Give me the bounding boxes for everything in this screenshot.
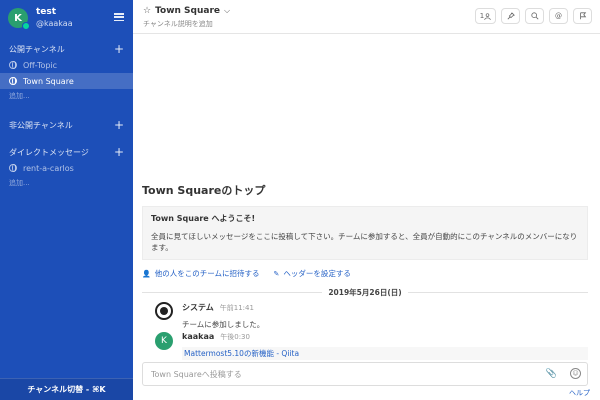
post-author: システム bbox=[182, 303, 214, 312]
date-label: 2019年5月26日(日) bbox=[328, 287, 402, 297]
direct-messages-title: ダイレクトメッセージ bbox=[9, 147, 89, 157]
post-system: システム 午前11:41 チームに参加しました。 bbox=[155, 302, 588, 330]
member-list-button[interactable]: 1 bbox=[475, 8, 496, 24]
sidebar-header: K test @kaakaa bbox=[0, 0, 133, 34]
invite-people-link[interactable]: 👤 他の人をこのチームに招待する bbox=[142, 268, 260, 279]
channel-switcher-button[interactable]: チャンネル切替 - ⌘K bbox=[0, 378, 133, 400]
post-time[interactable]: 午後0:30 bbox=[220, 332, 250, 342]
member-icon bbox=[484, 12, 491, 20]
search-icon bbox=[530, 12, 538, 20]
add-public-channel-icon[interactable]: + bbox=[114, 43, 124, 55]
header-buttons: 1 @ bbox=[475, 8, 592, 24]
intro-box: Town Square へようこそ! 全員に見てほしいメッセージをここに投稿して… bbox=[142, 206, 588, 260]
public-channels-section: 公開チャンネル + Off-Topic Town Square 追加... bbox=[0, 41, 133, 103]
hamburger-menu-icon[interactable] bbox=[114, 13, 124, 21]
globe-icon bbox=[9, 77, 17, 85]
sidebar-item-town-square[interactable]: Town Square bbox=[0, 73, 133, 89]
globe-icon bbox=[9, 61, 17, 69]
message-input[interactable] bbox=[143, 363, 587, 385]
flag-icon bbox=[579, 12, 586, 20]
date-separator: 2019年5月26日(日) bbox=[142, 286, 589, 298]
public-channels-title: 公開チャンネル bbox=[9, 44, 65, 54]
post-time[interactable]: 午前11:41 bbox=[220, 303, 254, 313]
system-avatar bbox=[155, 302, 173, 320]
post-avatar[interactable]: K bbox=[155, 332, 173, 350]
channel-title[interactable]: ☆ Town Square ⌵ bbox=[143, 6, 230, 16]
search-button[interactable] bbox=[525, 8, 544, 24]
post-author[interactable]: kaakaa bbox=[182, 332, 214, 341]
post-link[interactable]: Mattermost5.10の新機能 - Qiita bbox=[182, 347, 588, 360]
private-channels-section: 非公開チャンネル + bbox=[0, 117, 133, 133]
channel-purpose[interactable]: チャンネル説明を追加 bbox=[143, 19, 213, 29]
direct-messages-section: ダイレクトメッセージ + rent-a-carlos 追加... bbox=[0, 144, 133, 190]
channel-header: ☆ Town Square ⌵ チャンネル説明を追加 1 @ bbox=[133, 0, 600, 34]
more-direct-messages-link[interactable]: 追加... bbox=[0, 176, 133, 190]
sidebar-item-off-topic[interactable]: Off-Topic bbox=[0, 57, 133, 73]
sidebar: K test @kaakaa 公開チャンネル + Off-Topic Town … bbox=[0, 0, 133, 400]
add-private-channel-icon[interactable]: + bbox=[114, 119, 124, 131]
username: @kaakaa bbox=[36, 19, 73, 28]
team-name: test bbox=[36, 7, 57, 17]
set-header-link[interactable]: ✎ ヘッダーを設定する bbox=[274, 268, 351, 279]
channel-intro: Town Squareのトップ Town Square へようこそ! 全員に見て… bbox=[142, 182, 588, 279]
pencil-icon: ✎ bbox=[273, 269, 280, 278]
add-user-icon: 👤 bbox=[142, 269, 151, 278]
online-status-icon bbox=[22, 22, 30, 30]
mentions-button[interactable]: @ bbox=[549, 8, 568, 24]
flagged-posts-button[interactable] bbox=[573, 8, 592, 24]
message-input-box: 📎 ☺ bbox=[142, 362, 588, 386]
chevron-down-icon[interactable]: ⌵ bbox=[224, 6, 230, 16]
intro-welcome: Town Square へようこそ! bbox=[151, 214, 256, 223]
sidebar-item-rent-a-carlos[interactable]: rent-a-carlos bbox=[0, 160, 133, 176]
paperclip-icon[interactable]: 📎 bbox=[546, 369, 557, 379]
intro-title: Town Squareのトップ bbox=[142, 184, 266, 197]
private-channels-title: 非公開チャンネル bbox=[9, 120, 73, 130]
post-kaakaa: K kaakaa 午後0:30 Mattermost5.10の新機能 - Qii… bbox=[155, 332, 588, 360]
intro-description: 全員に見てほしいメッセージをここに投稿して下さい。チームに参加すると、全員が自動… bbox=[151, 232, 578, 252]
pinned-posts-button[interactable] bbox=[501, 8, 520, 24]
user-info[interactable]: test @kaakaa bbox=[36, 7, 73, 28]
mention-icon: @ bbox=[555, 12, 562, 20]
star-icon[interactable]: ☆ bbox=[143, 6, 151, 16]
help-link[interactable]: ヘルプ bbox=[569, 388, 590, 398]
add-direct-message-icon[interactable]: + bbox=[114, 146, 124, 158]
pin-icon bbox=[507, 12, 515, 20]
intro-actions: 👤 他の人をこのチームに招待する ✎ ヘッダーを設定する bbox=[142, 268, 588, 279]
channel-name: Town Square bbox=[155, 6, 221, 16]
post-message: チームに参加しました。 bbox=[182, 320, 265, 329]
more-public-channels-link[interactable]: 追加... bbox=[0, 89, 133, 103]
emoji-icon[interactable]: ☺ bbox=[570, 368, 581, 379]
user-avatar[interactable]: K bbox=[8, 8, 30, 30]
user-status-icon bbox=[9, 164, 17, 172]
